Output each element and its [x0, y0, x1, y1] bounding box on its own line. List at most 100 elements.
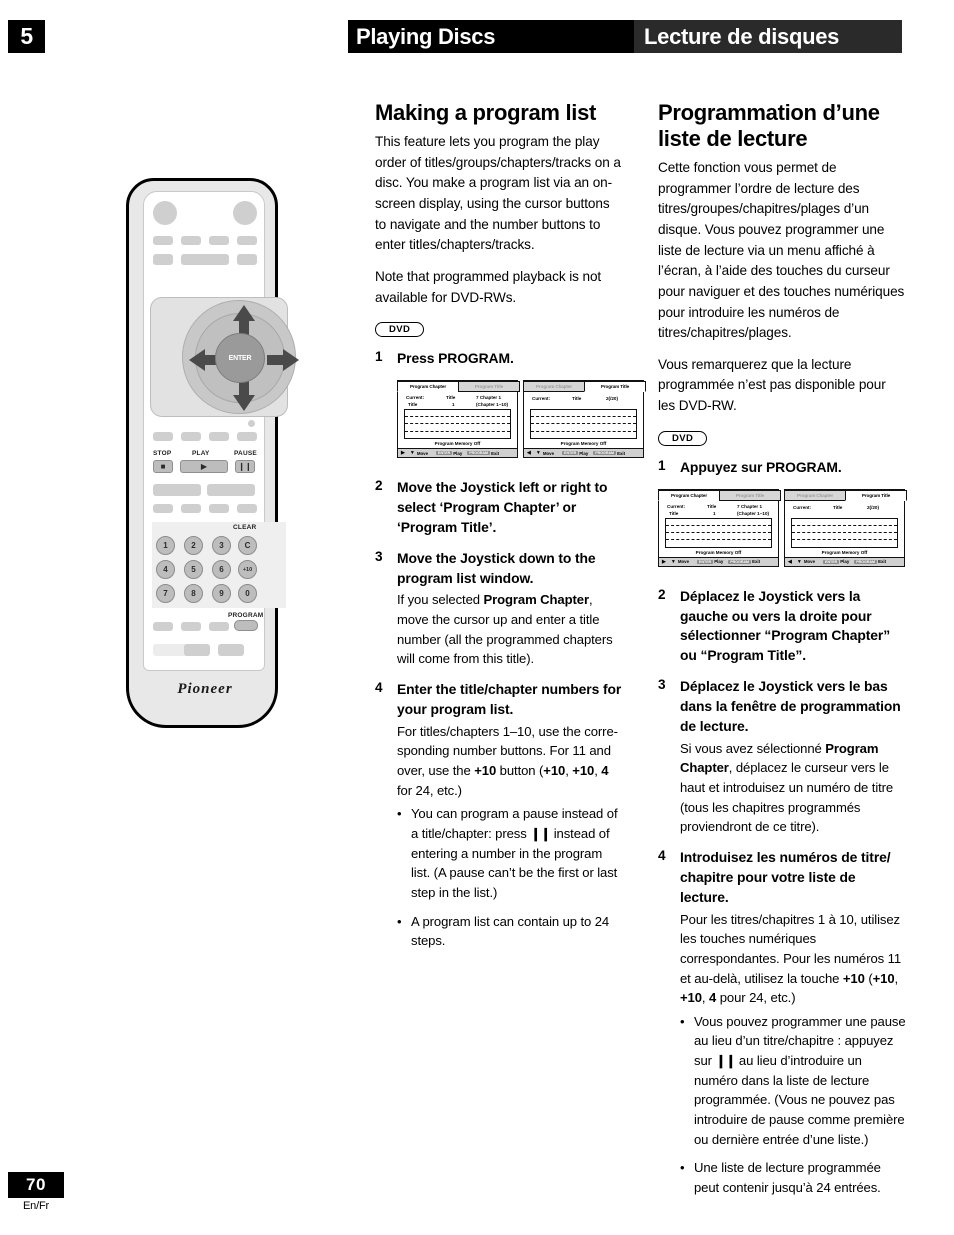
- osd-left-title-value: 1: [452, 402, 455, 408]
- osd-list-row: [666, 519, 771, 526]
- french-bullet-2-text: Une liste de lecture programmée peut con…: [694, 1160, 881, 1195]
- english-step-4-note-b: +10: [474, 763, 497, 779]
- english-step-4-note: For titles/chapters 1–10, use the corre-…: [397, 722, 623, 801]
- remote-button-r2c4: [237, 254, 257, 265]
- osd-left-program-list-fr: [665, 517, 772, 548]
- osd-right-play-label-fr: Play: [840, 559, 850, 565]
- english-step-4: 4 Enter the title/chapter numbers for yo…: [375, 680, 623, 960]
- osd-left-triangle-icon: ◀: [527, 450, 531, 457]
- french-step-3: 3 Déplacez le Joystick vers le bas dans …: [658, 677, 906, 837]
- osd-right-title-label: Title: [572, 396, 582, 402]
- joystick-down-arrow-icon: [233, 395, 255, 411]
- remote-button-r3c4: [237, 432, 257, 441]
- osd-list-row: [792, 526, 897, 534]
- french-step-3-note: Si vous avez sélectionné Program Chapter…: [680, 739, 906, 837]
- page-number: 70: [8, 1172, 64, 1198]
- english-step-3-note-prefix: If you selected: [397, 592, 484, 608]
- osd-left-title-label-fr: Title: [707, 503, 717, 509]
- number-key-7: 7: [156, 584, 175, 603]
- osd-left-program-key: PROGRAM: [467, 451, 491, 456]
- remote-button-r3c1: [153, 432, 173, 441]
- osd-right-enter-key-fr: ENTER: [823, 559, 840, 564]
- osd-right-program-list-fr: [791, 517, 898, 548]
- osd-right-exit-label-fr: Exit: [878, 559, 887, 565]
- osd-left-enter-key: ENTER: [436, 451, 453, 456]
- french-step-3-note-prefix: Si vous avez sélectionné: [680, 740, 826, 756]
- remote-button-r1c3: [209, 236, 229, 245]
- osd-list-row: [666, 526, 771, 534]
- remote-button-r7c2: [184, 644, 210, 656]
- french-bullet-2: • Une liste de lecture programmée peut c…: [680, 1158, 906, 1197]
- english-dvd-badge: DVD: [375, 322, 425, 338]
- english-step-4-note-h: 4: [601, 763, 609, 779]
- osd-right-move-label-fr: Move: [803, 559, 816, 565]
- french-step-4-note: Pour les titres/chapitres 1 à 10, utilis…: [680, 910, 906, 1008]
- page-language-code: En/Fr: [23, 1200, 49, 1212]
- number-key-3: 3: [212, 536, 231, 555]
- french-step-4-note-g: ,: [701, 990, 709, 1006]
- french-column: Programmation d’une liste de lecture Cet…: [658, 100, 907, 1218]
- osd-right-triangle-icon: ▶: [662, 558, 666, 565]
- osd-right-header: Current: Title 2(/20): [524, 392, 643, 409]
- english-column: Making a program list This feature lets …: [375, 100, 646, 971]
- english-step-3-number: 3: [375, 548, 383, 564]
- french-step-4-note-f: +10: [680, 990, 702, 1006]
- pause-glyph-icon: ❙❙: [715, 1053, 736, 1069]
- remote-button-r1c4: [237, 236, 257, 245]
- osd-tab-program-title-inactive: Program Title: [458, 381, 520, 393]
- osd-right-program-list: [530, 409, 637, 440]
- joystick-up-arrow-icon: [233, 305, 255, 321]
- osd-right-program-key-fr: PROGRAM: [854, 559, 878, 564]
- joystick-ring-outer: ENTER: [182, 300, 299, 414]
- osd-left-title-sub-fr: Title: [669, 510, 679, 516]
- number-key-0: 0: [238, 584, 257, 603]
- french-step-2-number: 2: [658, 586, 666, 602]
- osd-left-play-label-fr: Play: [714, 559, 724, 565]
- clear-key: C: [238, 536, 257, 555]
- english-bullet-1: • You can program a pause instead of a t…: [397, 804, 623, 902]
- number-key-6: 6: [212, 560, 231, 579]
- osd-right-header-fr: Current: Title 2(/20): [785, 501, 904, 518]
- remote-button-r4c2: [207, 484, 255, 496]
- osd-right-play-label: Play: [579, 450, 589, 456]
- english-step-2-number: 2: [375, 478, 383, 494]
- english-step-4-note-c: button (: [496, 763, 544, 779]
- osd-left-move-label-fr: Move: [677, 559, 690, 565]
- program-button: [234, 620, 258, 631]
- remote-button-r5c1: [153, 504, 173, 513]
- remote-button-r5c3: [209, 504, 229, 513]
- number-key-5: 5: [184, 560, 203, 579]
- osd-tabs-left: Program Chapter Program Title: [397, 381, 520, 393]
- enter-button: ENTER: [215, 333, 265, 383]
- osd-down-heart-icon: ▼: [670, 558, 676, 565]
- osd-left-program-list: [404, 409, 511, 440]
- osd-down-heart-icon: ▼: [796, 558, 802, 565]
- pause-button-label: PAUSE: [234, 450, 257, 457]
- pause-icon: ❙❙: [238, 461, 252, 471]
- french-step-4-number: 4: [658, 847, 666, 863]
- plus-ten-key: +10: [238, 560, 257, 579]
- remote-control-illustration: ENTER STOP PLAY PAUSE ■ ▶ ❙❙ CLEAR 1 2 3…: [118, 178, 299, 728]
- osd-left-header: Current: Title Title 1 7 Chapter 1 (Chap…: [398, 392, 517, 409]
- english-step-3-title: Move the Joystick down to the program li…: [397, 549, 596, 586]
- osd-right-memory-status: Program Memory Off: [560, 441, 607, 447]
- osd-tabs-left-fr: Program Chapter Program Title: [658, 489, 781, 501]
- french-bullet-list: • Vous pouvez programmer une pause au li…: [680, 1012, 906, 1198]
- french-step-1: 1 Appuyez sur PROGRAM.: [658, 458, 906, 478]
- french-step-4-note-i: pour 24, etc.): [716, 990, 796, 1006]
- osd-tab-program-chapter-active-fr: Program Chapter: [658, 489, 720, 501]
- english-step-1-number: 1: [375, 349, 383, 365]
- remote-button-r3c3: [209, 432, 229, 441]
- french-step-4-note-b: +10: [842, 970, 865, 986]
- english-step-3-note-bold: Program Chapter: [483, 592, 589, 608]
- osd-program-chapter-screen: Program Chapter Program Title Current: T…: [397, 380, 520, 459]
- osd-tabs-right-fr: Program Chapter Program Title: [784, 489, 907, 501]
- bullet-dot-icon: •: [680, 1160, 685, 1176]
- osd-right-triangle-icon: ▶: [401, 450, 405, 457]
- osd-left-chapter-value: 7 Chapter 1: [476, 395, 502, 401]
- english-step-4-title: Enter the title/chapter numbers for your…: [397, 681, 622, 717]
- osd-list-row: [405, 432, 510, 439]
- osd-right-enter-key: ENTER: [562, 451, 579, 456]
- remote-indicator-dot: [248, 420, 255, 427]
- french-step-3-title: Déplacez le Joystick vers le bas dans la…: [680, 678, 901, 734]
